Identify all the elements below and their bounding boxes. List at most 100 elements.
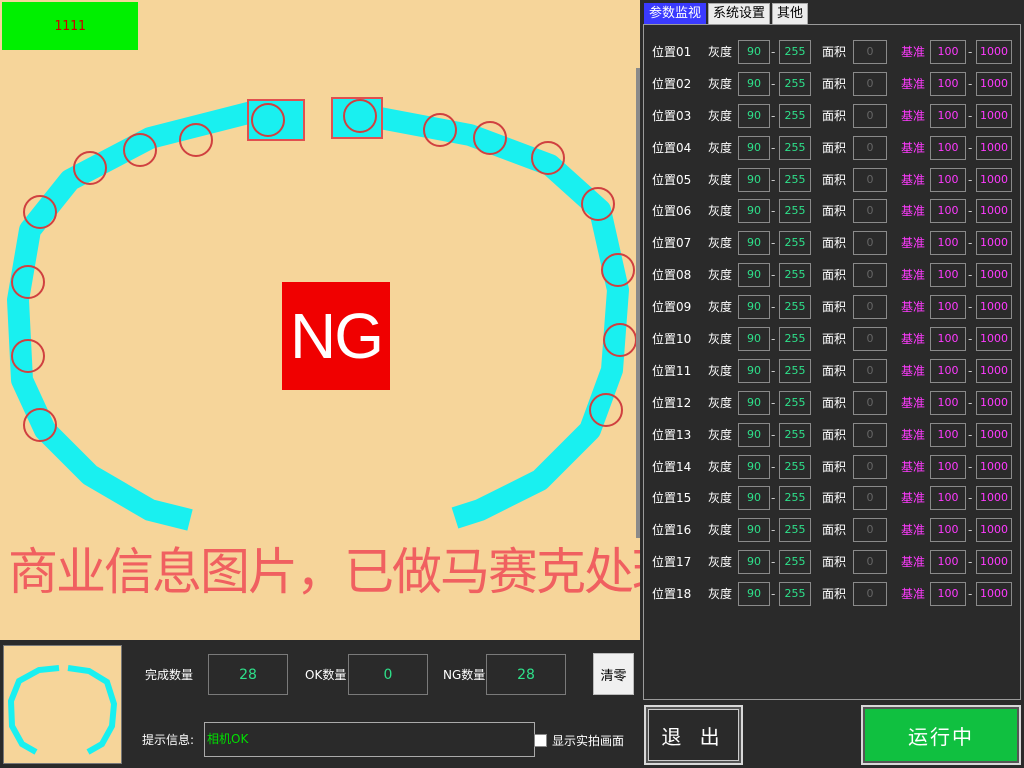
gray-max-field[interactable]: 255 (779, 167, 811, 192)
gray-max-field[interactable]: 255 (779, 550, 811, 575)
area-label: 面积 (822, 332, 847, 347)
base-min-field[interactable]: 100 (930, 454, 966, 479)
run-status-button[interactable]: 运行中 (861, 705, 1021, 765)
base-max-field[interactable]: 1000 (976, 71, 1012, 96)
exit-button[interactable]: 退 出 (644, 705, 743, 765)
base-min-field[interactable]: 100 (930, 71, 966, 96)
base-max-field[interactable]: 1000 (976, 263, 1012, 288)
position-row: 位置04 灰度 90-255 面积 0 基准 100-1000 (650, 133, 1016, 165)
gray-max-field[interactable]: 255 (779, 263, 811, 288)
base-max-field[interactable]: 1000 (976, 390, 1012, 415)
gray-min-field[interactable]: 90 (738, 390, 770, 415)
base-range-dash: - (968, 300, 973, 315)
gray-label: 灰度 (708, 172, 733, 187)
position-name: 位置02 (652, 76, 692, 91)
viewer-scrollbar[interactable] (636, 68, 640, 538)
thumbnail-preview[interactable] (3, 645, 122, 764)
base-max-field[interactable]: 1000 (976, 199, 1012, 224)
base-max-field[interactable]: 1000 (976, 167, 1012, 192)
base-min-field[interactable]: 100 (930, 550, 966, 575)
base-max-field[interactable]: 1000 (976, 103, 1012, 128)
base-min-field[interactable]: 100 (930, 390, 966, 415)
base-min-field[interactable]: 100 (930, 231, 966, 256)
gray-min-field[interactable]: 90 (738, 486, 770, 511)
base-min-field[interactable]: 100 (930, 263, 966, 288)
base-min-field[interactable]: 100 (930, 167, 966, 192)
base-min-field[interactable]: 100 (930, 103, 966, 128)
gray-min-field[interactable]: 90 (738, 422, 770, 447)
gray-min-field[interactable]: 90 (738, 231, 770, 256)
area-value-field: 0 (853, 231, 887, 256)
thumbnail-image (7, 665, 118, 755)
base-max-field[interactable]: 1000 (976, 135, 1012, 160)
gray-max-field[interactable]: 255 (779, 135, 811, 160)
param-monitor-panel: 位置01 灰度 90-255 面积 0 基准 100-1000 位置02 灰度 90-255 面积 0… (643, 24, 1021, 700)
gray-min-field[interactable]: 90 (738, 550, 770, 575)
gray-max-field[interactable]: 255 (779, 422, 811, 447)
position-name: 位置05 (652, 172, 692, 187)
base-min-field[interactable]: 100 (930, 199, 966, 224)
base-range-dash: - (968, 363, 973, 378)
gray-max-field[interactable]: 255 (779, 390, 811, 415)
gray-max-field[interactable]: 255 (779, 358, 811, 383)
show-live-toggle[interactable]: 显示实拍画面 (534, 732, 624, 749)
gray-max-field[interactable]: 255 (779, 40, 811, 64)
base-min-field[interactable]: 100 (930, 518, 966, 543)
gray-max-field[interactable]: 255 (779, 454, 811, 479)
gray-min-field[interactable]: 90 (738, 40, 770, 64)
position-row: 位置11 灰度 90-255 面积 0 基准 100-1000 (650, 356, 1016, 388)
base-range-dash: - (968, 108, 973, 123)
tab-other[interactable]: 其他 (772, 3, 809, 25)
gray-min-field[interactable]: 90 (738, 518, 770, 543)
base-max-field[interactable]: 1000 (976, 422, 1012, 447)
show-live-checkbox[interactable] (534, 734, 547, 747)
gray-min-field[interactable]: 90 (738, 263, 770, 288)
gray-min-field[interactable]: 90 (738, 454, 770, 479)
base-min-field[interactable]: 100 (930, 327, 966, 352)
base-max-field[interactable]: 1000 (976, 231, 1012, 256)
gray-min-field[interactable]: 90 (738, 199, 770, 224)
base-min-field[interactable]: 100 (930, 295, 966, 320)
base-max-field[interactable]: 1000 (976, 327, 1012, 352)
gray-max-field[interactable]: 255 (779, 199, 811, 224)
gray-min-field[interactable]: 90 (738, 103, 770, 128)
base-max-field[interactable]: 1000 (976, 550, 1012, 575)
gray-max-field[interactable]: 255 (779, 327, 811, 352)
gray-label: 灰度 (708, 491, 733, 506)
base-min-field[interactable]: 100 (930, 422, 966, 447)
base-min-field[interactable]: 100 (930, 135, 966, 160)
gray-max-field[interactable]: 255 (779, 486, 811, 511)
tab-param-monitor[interactable]: 参数监视 (644, 3, 707, 25)
base-max-field[interactable]: 1000 (976, 358, 1012, 383)
gray-min-field[interactable]: 90 (738, 135, 770, 160)
gray-min-field[interactable]: 90 (738, 582, 770, 607)
base-max-field[interactable]: 1000 (976, 486, 1012, 511)
base-min-field[interactable]: 100 (930, 40, 966, 64)
tab-system-settings[interactable]: 系统设置 (708, 3, 771, 25)
gray-max-field[interactable]: 255 (779, 103, 811, 128)
area-label: 面积 (822, 459, 847, 474)
area-label: 面积 (822, 172, 847, 187)
base-label: 基准 (901, 363, 926, 378)
base-min-field[interactable]: 100 (930, 582, 966, 607)
base-min-field[interactable]: 100 (930, 358, 966, 383)
ng-result-indicator: NG (282, 282, 390, 390)
base-max-field[interactable]: 1000 (976, 582, 1012, 607)
gray-max-field[interactable]: 255 (779, 71, 811, 96)
clear-button[interactable]: 清零 (593, 653, 634, 695)
base-min-field[interactable]: 100 (930, 486, 966, 511)
gray-min-field[interactable]: 90 (738, 327, 770, 352)
area-value-field: 0 (853, 518, 887, 543)
base-max-field[interactable]: 1000 (976, 518, 1012, 543)
base-max-field[interactable]: 1000 (976, 40, 1012, 64)
gray-min-field[interactable]: 90 (738, 358, 770, 383)
gray-min-field[interactable]: 90 (738, 295, 770, 320)
gray-min-field[interactable]: 90 (738, 167, 770, 192)
base-max-field[interactable]: 1000 (976, 295, 1012, 320)
base-max-field[interactable]: 1000 (976, 454, 1012, 479)
gray-max-field[interactable]: 255 (779, 295, 811, 320)
gray-max-field[interactable]: 255 (779, 518, 811, 543)
gray-max-field[interactable]: 255 (779, 231, 811, 256)
gray-max-field[interactable]: 255 (779, 582, 811, 607)
gray-min-field[interactable]: 90 (738, 71, 770, 96)
